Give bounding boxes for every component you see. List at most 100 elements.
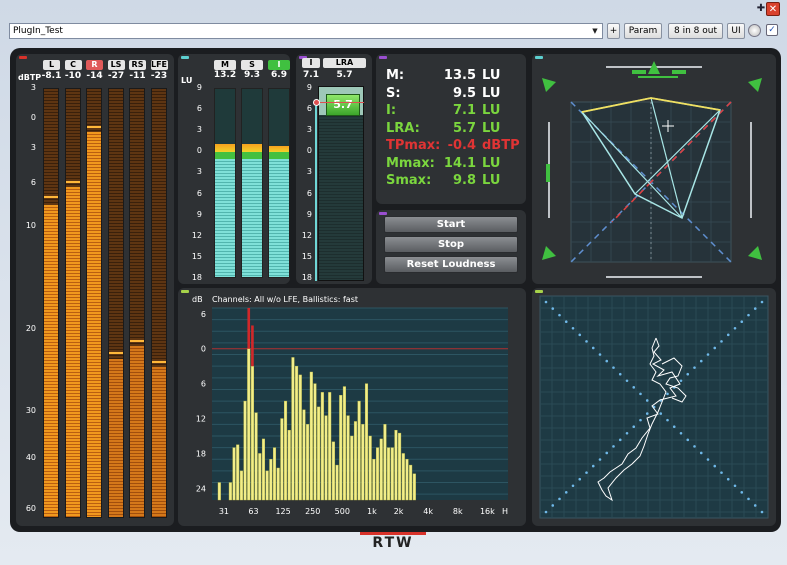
loudness-channel-bar xyxy=(268,88,290,278)
loudness-channel-label[interactable]: S xyxy=(241,60,263,70)
readout-unit: dBTP xyxy=(482,138,520,153)
loudness-channel-value: 6.9 xyxy=(271,70,287,80)
panel-corner-marker xyxy=(535,290,543,293)
readout-label: LRA: xyxy=(386,120,420,136)
readout-label: S: xyxy=(386,85,401,101)
stop-button[interactable]: Stop xyxy=(384,236,518,253)
rta-band-bar xyxy=(250,365,254,501)
rta-band-bar xyxy=(247,348,251,501)
panel-corner-marker xyxy=(181,56,189,59)
knob-icon[interactable] xyxy=(748,24,761,37)
vectorscope-dot xyxy=(645,412,649,415)
rta-band-bar xyxy=(324,415,328,501)
rta-band-bar xyxy=(383,424,387,501)
lra-meter-panel[interactable]: I LRA 7.1 5.7 5.7 9 6 3 0 3 6 9 12 15 18 xyxy=(296,54,372,284)
left-speaker-icon xyxy=(542,78,556,92)
ppm-scale-label: 60 xyxy=(25,504,36,514)
vectorscope-panel[interactable] xyxy=(532,288,776,526)
ppm-channel-label[interactable]: R xyxy=(86,60,103,70)
vectorscope-dot xyxy=(686,438,690,442)
front-balance-left xyxy=(632,70,646,74)
integrated-label: I xyxy=(302,58,320,68)
vectorscope-dot xyxy=(605,451,609,455)
loudness-channel-bar xyxy=(214,88,236,278)
vectorscope-dot xyxy=(591,464,595,468)
readout-unit: LU xyxy=(482,68,501,83)
ppm-bar-fill xyxy=(130,345,144,517)
vectorscope-dot xyxy=(585,340,588,343)
ppm-channel-label[interactable]: LFE xyxy=(150,60,168,70)
loudness-channel-label[interactable]: M xyxy=(214,60,236,70)
center-level xyxy=(638,76,678,78)
loudness-scale-label: 3 xyxy=(196,125,202,135)
chevron-down-icon[interactable]: ▼ xyxy=(589,25,601,37)
close-icon[interactable]: ✕ xyxy=(766,2,780,16)
rta-x-tick: 16k xyxy=(480,507,495,516)
rta-band-bar xyxy=(346,415,350,501)
rta-panel[interactable]: dB Channels: All w/o LFE, Ballistics: fa… xyxy=(178,288,526,526)
lra-scale-label: 9 xyxy=(306,209,312,219)
rta-x-tick: 250 xyxy=(305,507,320,516)
ppm-bar-fill xyxy=(108,358,123,517)
ui-button[interactable]: UI xyxy=(727,23,745,39)
vectorscope-display xyxy=(539,295,769,519)
rta-band-bar xyxy=(361,424,365,501)
ppm-scale-label: 3 xyxy=(30,83,36,92)
loudness-channel-bar xyxy=(241,88,263,278)
loudness-bar-lower xyxy=(242,159,262,277)
rta-band-bar xyxy=(243,400,247,501)
vectorscope-dot xyxy=(551,307,555,310)
rtw-logo: RTW xyxy=(360,532,426,551)
vectorscope-dot xyxy=(544,510,548,514)
ppm-channel-label[interactable]: RS xyxy=(129,60,146,70)
rta-band-bar xyxy=(394,429,398,501)
ppm-channel-label[interactable]: LS xyxy=(107,60,125,70)
loudness-bar-target xyxy=(215,151,235,160)
surround-analyzer-panel[interactable] xyxy=(532,54,776,284)
vectorscope-dot xyxy=(564,320,568,323)
rta-x-tick: 4k xyxy=(423,507,433,516)
preset-select[interactable]: PlugIn_Test ▼ xyxy=(9,23,603,39)
ppm-channel-value: -11 xyxy=(129,71,146,81)
rta-band-bar xyxy=(236,444,240,501)
vectorscope-dot xyxy=(558,313,561,317)
vectorscope-dot xyxy=(686,372,690,376)
panel-corner-marker xyxy=(535,56,543,59)
enable-checkbox[interactable]: ✓ xyxy=(766,24,778,36)
rta-x-unit: H xyxy=(502,507,508,516)
ppm-channel-label[interactable]: L xyxy=(43,60,60,70)
routing-button[interactable]: 8 in 8 out xyxy=(668,23,723,39)
rta-band-bar xyxy=(276,467,280,501)
integrated-history-bar xyxy=(315,106,317,281)
readout-unit: LU xyxy=(482,120,501,136)
readout-value: 14.1 xyxy=(443,155,476,171)
vectorscope-dot xyxy=(612,445,615,448)
ppm-channel-bar xyxy=(129,88,145,518)
integrated-marker-dot xyxy=(313,99,320,106)
vectorscope-dot xyxy=(679,379,683,383)
vectorscope-dot xyxy=(632,425,636,428)
ppm-channel-value: -14 xyxy=(86,71,103,81)
rta-band-bar xyxy=(342,386,346,501)
start-button[interactable]: Start xyxy=(384,216,518,233)
rta-band-peak xyxy=(247,308,251,349)
vectorscope-dot xyxy=(747,497,750,501)
ppm-channel-value: -23 xyxy=(150,71,168,81)
add-preset-button[interactable]: + xyxy=(607,23,620,39)
param-button[interactable]: Param xyxy=(624,23,662,39)
lra-value: 5.7 xyxy=(336,70,353,80)
ppm-channel-value: -8.1 xyxy=(41,71,62,81)
vectorscope-dot xyxy=(740,491,744,494)
rta-display: 6 0 6 12 18 24 31 63 125 250 500 1k 2k 4k 8k 16k H xyxy=(196,307,508,516)
loudness-bar-panel[interactable]: LU 9 6 3 0 3 6 9 12 15 18 M 13.2 S 9.3 I 6.9 xyxy=(178,54,290,284)
rta-band-bar xyxy=(284,400,288,501)
ppm-channel-label[interactable]: C xyxy=(64,60,82,70)
reset-loudness-button[interactable]: Reset Loudness xyxy=(384,256,518,273)
vectorscope-dot xyxy=(591,346,595,350)
vectorscope-dot xyxy=(733,484,737,488)
rta-band-bar xyxy=(232,447,236,501)
loudness-channel-label[interactable]: I xyxy=(268,60,290,70)
rta-y-tick: 6 xyxy=(201,380,206,389)
lra-scale-label: 12 xyxy=(301,230,312,240)
true-peak-meter-panel[interactable]: dBTP 3 0 3 6 10 20 30 40 60 L -8.1 C -10 R -14 LS -27 RS -1… xyxy=(16,54,174,526)
